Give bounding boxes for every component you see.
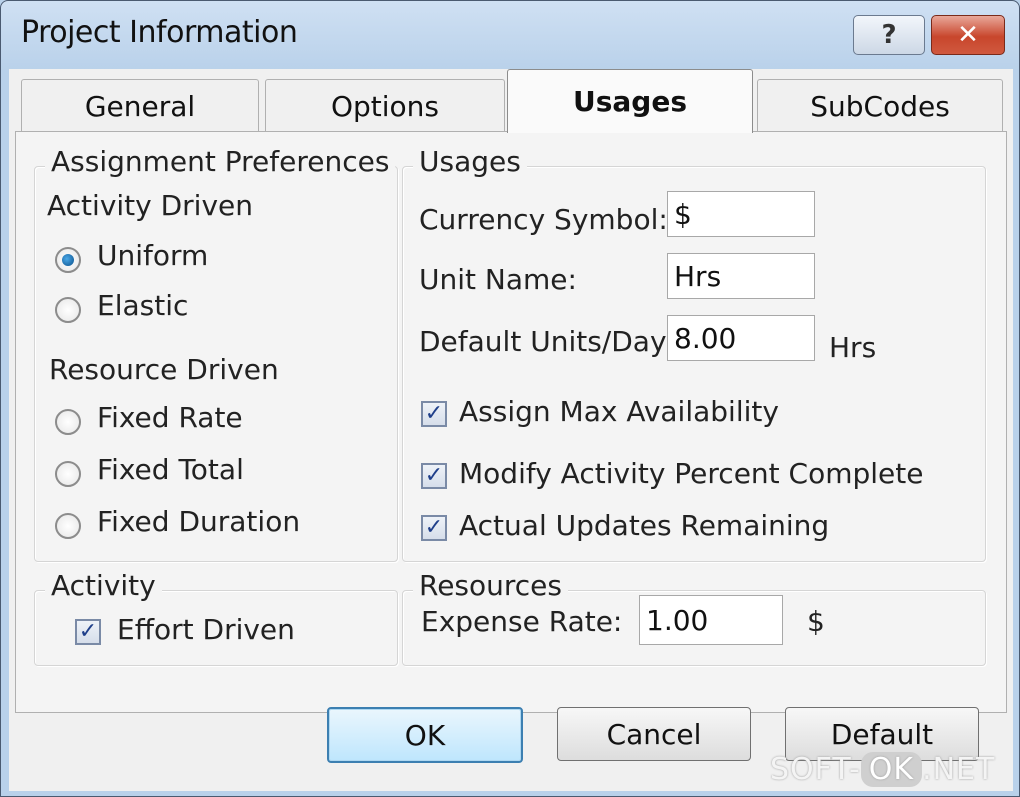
close-icon: ✕ bbox=[957, 20, 979, 50]
check-icon: ✓ bbox=[424, 463, 444, 488]
fixed-rate-label: Fixed Rate bbox=[97, 401, 243, 434]
elastic-label: Elastic bbox=[97, 289, 189, 322]
unit-name-input[interactable] bbox=[667, 253, 815, 299]
expense-rate-input[interactable] bbox=[639, 595, 783, 645]
default-units-input[interactable] bbox=[667, 315, 815, 361]
assignment-preferences-group: Assignment Preferences Activity Driven U… bbox=[34, 145, 398, 562]
default-units-label: Default Units/Day: bbox=[419, 325, 674, 358]
check-icon: ✓ bbox=[424, 515, 444, 540]
watermark-part3: .NET bbox=[922, 752, 996, 787]
cancel-button[interactable]: Cancel bbox=[557, 707, 751, 761]
default-units-unit: Hrs bbox=[829, 331, 877, 364]
unit-name-label: Unit Name: bbox=[419, 263, 577, 296]
effort-driven-label: Effort Driven bbox=[117, 613, 295, 646]
effort-driven-checkbox[interactable]: ✓ bbox=[75, 619, 101, 645]
check-icon: ✓ bbox=[78, 619, 98, 644]
default-label: Default bbox=[830, 717, 934, 751]
resources-group-title: Resources bbox=[413, 569, 568, 602]
project-information-dialog: Project Information ? ✕ General Options … bbox=[0, 0, 1020, 797]
fixed-total-label: Fixed Total bbox=[97, 453, 244, 486]
tab-general[interactable]: General bbox=[21, 79, 259, 132]
expense-rate-label: Expense Rate: bbox=[421, 605, 623, 638]
tab-label: SubCodes bbox=[810, 89, 950, 123]
tab-options[interactable]: Options bbox=[265, 79, 505, 132]
activity-group: Activity ✓ Effort Driven bbox=[34, 569, 398, 666]
tab-subcodes[interactable]: SubCodes bbox=[757, 79, 1003, 132]
dialog-body: General Options Usages SubCodes Assignme… bbox=[9, 69, 1013, 791]
fixed-rate-radio[interactable] bbox=[55, 409, 81, 435]
fixed-duration-radio[interactable] bbox=[55, 513, 81, 539]
tab-label: Options bbox=[330, 89, 440, 123]
ok-button[interactable]: OK bbox=[327, 707, 523, 763]
help-button[interactable]: ? bbox=[853, 15, 925, 55]
actual-updates-remaining-label: Actual Updates Remaining bbox=[459, 509, 830, 542]
tab-usages[interactable]: Usages bbox=[507, 69, 753, 133]
currency-symbol-input[interactable] bbox=[667, 191, 815, 237]
modify-activity-percent-checkbox[interactable]: ✓ bbox=[421, 463, 447, 489]
elastic-radio[interactable] bbox=[55, 297, 81, 323]
help-icon: ? bbox=[881, 20, 897, 50]
ok-label: OK bbox=[404, 718, 446, 752]
assign-max-availability-checkbox[interactable]: ✓ bbox=[421, 401, 447, 427]
tab-label: Usages bbox=[573, 85, 687, 118]
activity-group-title: Activity bbox=[45, 569, 162, 602]
usages-group-title: Usages bbox=[413, 145, 527, 178]
currency-symbol-label: Currency Symbol: bbox=[419, 203, 668, 236]
cancel-label: Cancel bbox=[606, 717, 702, 751]
check-icon: ✓ bbox=[424, 401, 444, 426]
resource-driven-heading: Resource Driven bbox=[49, 353, 279, 386]
usages-tab-page: Assignment Preferences Activity Driven U… bbox=[15, 131, 1007, 713]
expense-rate-unit: $ bbox=[807, 605, 825, 638]
usages-group: Usages Currency Symbol: Unit Name: Defau… bbox=[402, 145, 986, 562]
actual-updates-remaining-checkbox[interactable]: ✓ bbox=[421, 515, 447, 541]
uniform-radio[interactable] bbox=[55, 247, 81, 273]
window-title: Project Information bbox=[21, 15, 298, 50]
uniform-label: Uniform bbox=[97, 239, 209, 272]
watermark: SOFT- OK .NET bbox=[770, 752, 995, 787]
resources-group: Resources Expense Rate: $ bbox=[402, 569, 986, 666]
assignment-preferences-title: Assignment Preferences bbox=[45, 145, 396, 178]
fixed-total-radio[interactable] bbox=[55, 461, 81, 487]
assign-max-availability-label: Assign Max Availability bbox=[459, 395, 779, 428]
modify-activity-percent-label: Modify Activity Percent Complete bbox=[459, 457, 924, 490]
watermark-part1: SOFT- bbox=[770, 752, 861, 787]
tab-label: General bbox=[84, 89, 196, 123]
close-button[interactable]: ✕ bbox=[931, 15, 1005, 55]
fixed-duration-label: Fixed Duration bbox=[97, 505, 301, 538]
activity-driven-heading: Activity Driven bbox=[47, 189, 254, 222]
watermark-part2: OK bbox=[860, 752, 923, 787]
